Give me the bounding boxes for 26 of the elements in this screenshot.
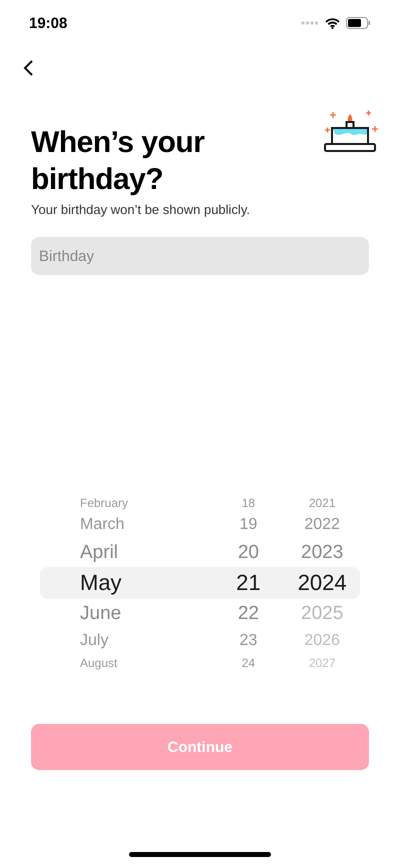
wifi-icon	[325, 18, 340, 28]
month-option[interactable]: April	[40, 542, 212, 564]
subtitle: Your birthday won’t be shown publicly.	[31, 202, 251, 217]
birthday-field[interactable]: Birthday	[31, 237, 369, 275]
day-option[interactable]: 21	[212, 570, 284, 596]
year-option[interactable]: 2023	[284, 542, 360, 564]
day-option[interactable]: 23	[212, 632, 284, 650]
month-option[interactable]: July	[40, 632, 212, 650]
day-option[interactable]: 18	[212, 496, 284, 510]
status-time: 19:08	[29, 14, 68, 32]
month-option[interactable]: February	[40, 496, 212, 510]
battery-icon	[346, 17, 370, 29]
month-option[interactable]: March	[40, 516, 212, 534]
month-option[interactable]: May	[40, 570, 212, 596]
day-option[interactable]: 19	[212, 516, 284, 534]
year-option[interactable]: 2024	[284, 570, 360, 596]
year-option[interactable]: 2022	[284, 516, 360, 534]
year-option[interactable]: 2021	[284, 496, 360, 510]
month-option[interactable]: August	[40, 656, 212, 670]
month-option[interactable]: June	[40, 602, 212, 624]
day-option[interactable]: 22	[212, 602, 284, 624]
day-option[interactable]: 20	[212, 542, 284, 564]
signal-icon	[301, 21, 319, 25]
day-option[interactable]: 24	[212, 656, 284, 670]
page-title: When’s your birthday?	[31, 125, 206, 198]
back-icon	[22, 59, 34, 77]
